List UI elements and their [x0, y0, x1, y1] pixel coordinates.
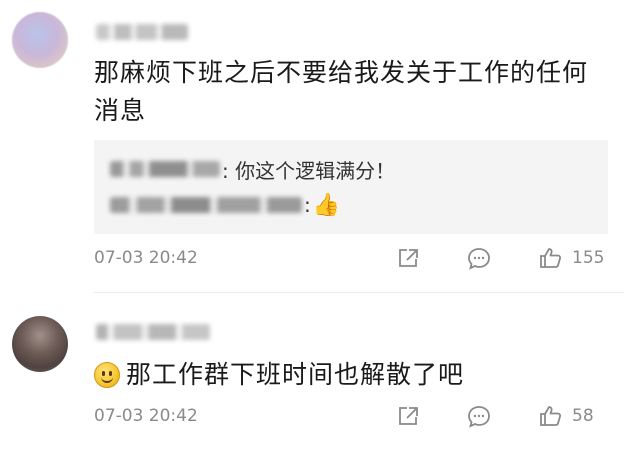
reply-username-blurred: [110, 161, 220, 177]
reply-text: :: [304, 193, 311, 217]
divider: [94, 292, 624, 293]
share-icon[interactable]: [396, 246, 422, 270]
timestamp: 07-03 20:42: [94, 406, 198, 426]
username-blurred[interactable]: [96, 324, 210, 340]
like-count: 58: [572, 406, 594, 426]
like-icon[interactable]: [538, 246, 564, 270]
comment-text-row: 那工作群下班时间也解散了吧: [94, 356, 594, 394]
comment-meta: 07-03 20:42 58: [94, 404, 608, 428]
comment-text: 那麻烦下班之后不要给我发关于工作的任何消息: [94, 58, 589, 125]
reply-text: : 你这个逻辑满分！: [222, 158, 396, 183]
like-count: 155: [572, 248, 605, 268]
thumbs-up-emoji-icon: 👍: [312, 192, 341, 218]
reply-item[interactable]: : 👍: [110, 192, 340, 218]
comment-icon[interactable]: [466, 404, 492, 428]
comment-meta: 07-03 20:42 155: [94, 246, 608, 270]
share-icon[interactable]: [396, 404, 422, 428]
timestamp: 07-03 20:42: [94, 248, 198, 268]
comment-item: 那工作群下班时间也解散了吧 07-03 20:42 58: [0, 300, 624, 456]
comment-icon[interactable]: [466, 246, 492, 270]
reply-list[interactable]: : 你这个逻辑满分！ : 👍: [94, 140, 608, 234]
comment-text: 那工作群下班时间也解散了吧: [126, 360, 465, 389]
avatar[interactable]: [12, 12, 68, 68]
username-blurred[interactable]: [96, 24, 188, 40]
avatar[interactable]: [12, 316, 68, 372]
reply-item[interactable]: : 你这个逻辑满分！: [110, 156, 396, 183]
smile-emoji-icon: [94, 362, 120, 388]
comment-item: 那麻烦下班之后不要给我发关于工作的任何消息 : 你这个逻辑满分！ : 👍 07-…: [0, 0, 624, 290]
like-icon[interactable]: [538, 404, 564, 428]
reply-username-blurred: [110, 197, 302, 213]
